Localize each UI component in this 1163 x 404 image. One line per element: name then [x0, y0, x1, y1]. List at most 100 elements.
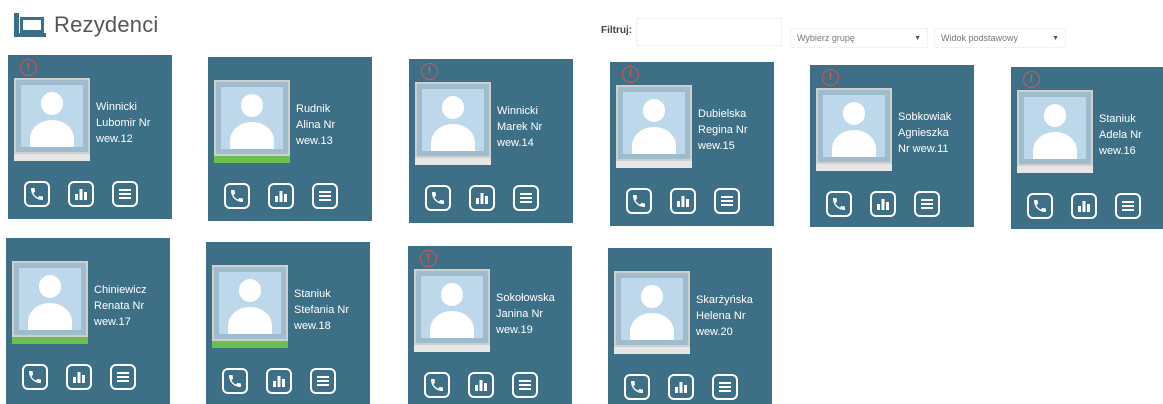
- resident-name-line: Agnieszka: [898, 127, 949, 139]
- avatar-placeholder-icon: [221, 87, 283, 149]
- stats-button[interactable]: [468, 372, 494, 398]
- resident-name-line: Adela Nr: [1099, 129, 1142, 141]
- avatar: [415, 82, 491, 158]
- stats-button[interactable]: [266, 368, 292, 394]
- filter-label: Filtruj:: [601, 25, 633, 36]
- call-button[interactable]: [22, 364, 48, 390]
- menu-button[interactable]: [712, 374, 738, 400]
- resident-name-line: wew.19: [496, 324, 533, 336]
- menu-button[interactable]: [310, 368, 336, 394]
- phone-icon: [430, 190, 446, 206]
- stats-button[interactable]: [268, 183, 294, 209]
- alert-circle-icon: !: [1023, 71, 1040, 88]
- resident-card[interactable]: ! Sokołowska Janina Nr wew.19: [408, 246, 572, 404]
- resident-card[interactable]: Skarżyńska Helena Nr wew.20: [608, 248, 772, 404]
- resident-card[interactable]: ! Sobkowiak Agnieszka Nr wew.11: [810, 65, 974, 227]
- stats-button[interactable]: [1071, 193, 1097, 219]
- resident-name: Dubielska Regina Nr wew.15: [698, 106, 780, 154]
- resident-name-line: wew.18: [294, 320, 331, 332]
- alert-circle-icon: !: [622, 66, 639, 83]
- stats-button[interactable]: [68, 181, 94, 207]
- stats-button[interactable]: [668, 374, 694, 400]
- stats-button[interactable]: [66, 364, 92, 390]
- alert-circle-icon: !: [421, 63, 438, 80]
- menu-button[interactable]: [1115, 193, 1141, 219]
- bar-chart-icon: [274, 189, 288, 203]
- list-icon: [118, 187, 132, 201]
- call-button[interactable]: [24, 181, 50, 207]
- stats-button[interactable]: [469, 185, 495, 211]
- resident-name-line: Staniuk: [294, 288, 331, 300]
- avatar: [214, 80, 290, 156]
- resident-card[interactable]: Staniuk Stefania Nr wew.18: [206, 242, 370, 404]
- resident-name: Sokołowska Janina Nr wew.19: [496, 290, 578, 338]
- phone-icon: [27, 369, 43, 385]
- resident-card[interactable]: ! Winnicki Marek Nr wew.14: [409, 59, 573, 223]
- call-button[interactable]: [224, 183, 250, 209]
- list-icon: [519, 191, 533, 205]
- phone-icon: [229, 188, 245, 204]
- stats-button[interactable]: [670, 188, 696, 214]
- phone-icon: [831, 196, 847, 212]
- list-icon: [1121, 199, 1135, 213]
- bar-chart-icon: [72, 370, 86, 384]
- menu-button[interactable]: [512, 372, 538, 398]
- resident-name-line: Dubielska: [698, 108, 747, 120]
- bar-chart-icon: [272, 374, 286, 388]
- menu-button[interactable]: [312, 183, 338, 209]
- card-actions: [24, 181, 138, 207]
- avatar-placeholder-icon: [623, 92, 685, 154]
- view-select[interactable]: Widok podstawowy ▼: [934, 28, 1066, 48]
- monitor-icon: [12, 13, 46, 37]
- call-button[interactable]: [425, 185, 451, 211]
- call-button[interactable]: [626, 188, 652, 214]
- resident-name-line: wew.14: [497, 137, 534, 149]
- resident-name-line: Skarżyńska: [696, 294, 753, 306]
- resident-name-line: Sokołowska: [496, 292, 555, 304]
- resident-card[interactable]: ! Staniuk Adela Nr wew.16: [1011, 67, 1163, 229]
- resident-name-line: Sobkowiak: [898, 111, 952, 123]
- resident-name-line: Marek Nr: [497, 121, 543, 133]
- status-bar: [816, 164, 892, 171]
- group-select[interactable]: Wybierz grupę ▼: [790, 28, 928, 48]
- resident-card[interactable]: ! Winnicki Lubomir Nr wew.12: [8, 55, 172, 219]
- call-button[interactable]: [1027, 193, 1053, 219]
- menu-button[interactable]: [714, 188, 740, 214]
- resident-name: Rudnik Alina Nr wew.13: [296, 101, 378, 149]
- list-icon: [318, 189, 332, 203]
- card-actions: [424, 372, 538, 398]
- resident-name-line: Chiniewicz: [94, 284, 147, 296]
- menu-button[interactable]: [112, 181, 138, 207]
- avatar: [14, 78, 90, 154]
- resident-name: Winnicki Marek Nr wew.14: [497, 103, 579, 151]
- resident-name: Chiniewicz Renata Nr wew.17: [94, 282, 176, 330]
- card-actions: [425, 185, 539, 211]
- call-button[interactable]: [826, 191, 852, 217]
- list-icon: [116, 370, 130, 384]
- resident-name-line: Alina Nr: [296, 119, 336, 131]
- resident-card[interactable]: Rudnik Alina Nr wew.13: [208, 57, 372, 221]
- call-button[interactable]: [424, 372, 450, 398]
- call-button[interactable]: [222, 368, 248, 394]
- avatar-placeholder-icon: [422, 89, 484, 151]
- status-bar: [415, 158, 491, 165]
- resident-card[interactable]: ! Dubielska Regina Nr wew.15: [610, 62, 774, 226]
- stats-button[interactable]: [870, 191, 896, 217]
- menu-button[interactable]: [513, 185, 539, 211]
- avatar-placeholder-icon: [21, 85, 83, 147]
- avatar-placeholder-icon: [1024, 97, 1086, 159]
- menu-button[interactable]: [110, 364, 136, 390]
- avatar: [816, 88, 892, 164]
- resident-name-line: Regina Nr: [698, 124, 748, 136]
- menu-button[interactable]: [914, 191, 940, 217]
- bar-chart-icon: [475, 191, 489, 205]
- resident-card[interactable]: Chiniewicz Renata Nr wew.17: [6, 238, 170, 404]
- avatar-placeholder-icon: [421, 276, 483, 338]
- page-title: Rezydenci: [54, 12, 159, 37]
- list-icon: [316, 374, 330, 388]
- filter-input[interactable]: [636, 18, 782, 46]
- card-actions: [224, 183, 338, 209]
- phone-icon: [29, 186, 45, 202]
- call-button[interactable]: [624, 374, 650, 400]
- bar-chart-icon: [676, 194, 690, 208]
